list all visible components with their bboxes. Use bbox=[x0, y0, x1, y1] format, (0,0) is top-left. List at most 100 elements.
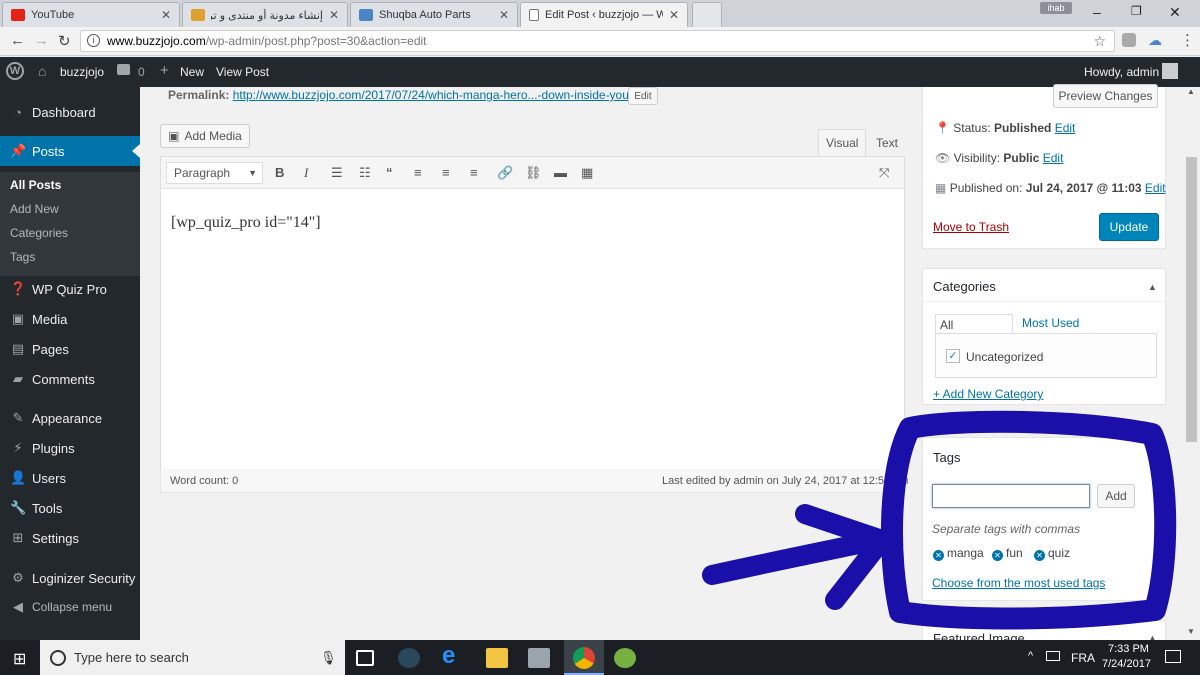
post-content[interactable]: [wp_quiz_pro id="14"] bbox=[171, 214, 321, 232]
menu-kebab-icon[interactable]: ⋮ bbox=[1180, 31, 1195, 49]
address-bar[interactable]: i www.buzzjojo.com/wp-admin/post.php?pos… bbox=[80, 30, 1115, 52]
fullscreen-icon[interactable]: ⤧ bbox=[879, 165, 889, 181]
bold-icon[interactable]: B bbox=[275, 165, 284, 180]
move-to-trash-link[interactable]: Move to Trash bbox=[933, 220, 1009, 234]
tab-text[interactable]: Text bbox=[876, 136, 898, 150]
network-icon[interactable] bbox=[1046, 651, 1060, 661]
extension-icon[interactable] bbox=[1122, 33, 1136, 47]
reload-icon[interactable]: ↻ bbox=[58, 32, 71, 50]
sidebar-item-loginizer[interactable]: ⚙ Loginizer Security bbox=[0, 563, 140, 593]
bulleted-list-icon[interactable]: ☰ bbox=[331, 165, 343, 181]
sidebar-item-comments[interactable]: ▰ Comments bbox=[0, 364, 140, 394]
language-indicator[interactable]: FRA bbox=[1071, 651, 1095, 665]
align-center-icon[interactable]: ≡ bbox=[442, 165, 450, 180]
comments-icon[interactable] bbox=[117, 64, 130, 75]
sidebar-item-pages[interactable]: ▤ Pages bbox=[0, 334, 140, 364]
task-view-icon[interactable] bbox=[356, 650, 374, 666]
align-right-icon[interactable]: ≡ bbox=[470, 165, 478, 180]
unlink-icon[interactable]: ⛓ bbox=[525, 165, 542, 181]
minimize-icon[interactable]: – bbox=[1093, 4, 1101, 20]
scroll-down-icon[interactable]: ▼ bbox=[1187, 627, 1195, 636]
add-new-category-link[interactable]: + Add New Category bbox=[933, 387, 1043, 401]
collapse-menu-button[interactable]: ◀ Collapse menu bbox=[0, 592, 140, 622]
blockquote-icon[interactable]: “ bbox=[386, 165, 393, 180]
update-button[interactable]: Update bbox=[1099, 213, 1159, 241]
taskbar-search[interactable]: Type here to search 🎙 bbox=[40, 640, 345, 675]
windows-start-icon[interactable]: ⊞ bbox=[13, 649, 26, 669]
sidebar-item-settings[interactable]: ⊞ Settings bbox=[0, 523, 140, 553]
italic-icon[interactable]: I bbox=[304, 165, 308, 181]
close-tab-icon[interactable]: ✕ bbox=[161, 8, 171, 22]
close-tab-icon[interactable]: ✕ bbox=[499, 8, 509, 22]
new-link[interactable]: New bbox=[180, 65, 204, 79]
remove-tag-icon[interactable]: ✕ bbox=[1034, 550, 1045, 561]
clock-date[interactable]: 7/24/2017 bbox=[1102, 658, 1151, 670]
view-post-link[interactable]: View Post bbox=[216, 65, 269, 79]
site-name-link[interactable]: buzzjojo bbox=[60, 65, 104, 79]
steam-icon[interactable] bbox=[398, 648, 420, 668]
sidebar-item-tools[interactable]: 🔧 Tools bbox=[0, 493, 140, 523]
app-icon[interactable] bbox=[528, 648, 550, 668]
sidebar-item-wp-quiz-pro[interactable]: ❓ WP Quiz Pro bbox=[0, 274, 140, 304]
back-icon[interactable]: ← bbox=[10, 32, 25, 49]
sidebar-item-dashboard[interactable]: ◔ Dashboard bbox=[0, 97, 140, 127]
tab-shuqba[interactable]: Shuqba Auto Parts ✕ bbox=[350, 2, 518, 27]
link-icon[interactable]: 🔗 bbox=[497, 165, 513, 181]
scroll-up-icon[interactable]: ▲ bbox=[1187, 87, 1195, 96]
toggle-panel-icon[interactable]: ▲ bbox=[1148, 282, 1157, 292]
add-tag-button[interactable]: Add bbox=[1097, 484, 1135, 508]
tab-youtube[interactable]: YouTube ✕ bbox=[2, 2, 180, 27]
close-tab-icon[interactable]: ✕ bbox=[329, 8, 339, 22]
utorrent-icon[interactable] bbox=[614, 648, 636, 668]
read-more-icon[interactable]: ▬ bbox=[554, 165, 567, 180]
preview-changes-button[interactable]: Preview Changes bbox=[1053, 84, 1158, 108]
edit-status-link[interactable]: Edit bbox=[1055, 121, 1076, 135]
notifications-icon[interactable] bbox=[1165, 650, 1181, 663]
tray-chevron-icon[interactable]: ^ bbox=[1028, 650, 1033, 662]
sidebar-item-tags[interactable]: Tags bbox=[10, 250, 35, 264]
sidebar-item-posts[interactable]: 📌 Posts bbox=[0, 136, 140, 166]
wordpress-logo-icon[interactable]: W bbox=[6, 62, 24, 80]
sidebar-item-users[interactable]: 👤 Users bbox=[0, 463, 140, 493]
permalink-url[interactable]: http://www.buzzjojo.com/2017/07/24/which… bbox=[233, 88, 633, 102]
sidebar-item-media[interactable]: ▣ Media bbox=[0, 304, 140, 334]
forward-icon[interactable]: → bbox=[34, 32, 49, 49]
new-tab-button[interactable] bbox=[692, 2, 722, 27]
chrome-taskbar-button[interactable] bbox=[564, 640, 604, 675]
edit-permalink-button[interactable]: Edit bbox=[628, 87, 658, 105]
edit-date-link[interactable]: Edit bbox=[1145, 181, 1166, 195]
cloud-extension-icon[interactable]: ☁ bbox=[1148, 32, 1162, 49]
profile-chip[interactable]: ihab bbox=[1040, 2, 1072, 14]
tab-all-categories[interactable]: All Categories bbox=[935, 314, 1013, 352]
add-media-button[interactable]: ▣ Add Media bbox=[160, 124, 250, 148]
choose-most-used-tags-link[interactable]: Choose from the most used tags bbox=[932, 576, 1105, 590]
microphone-icon[interactable]: 🎙 bbox=[320, 640, 337, 675]
clock-time[interactable]: 7:33 PM bbox=[1108, 643, 1149, 655]
tab-edit-post[interactable]: Edit Post ‹ buzzjojo — W ✕ bbox=[520, 2, 688, 27]
sidebar-item-all-posts[interactable]: All Posts bbox=[10, 178, 61, 192]
tag-input[interactable] bbox=[932, 484, 1090, 508]
numbered-list-icon[interactable]: ☷ bbox=[359, 165, 371, 181]
info-icon[interactable]: i bbox=[87, 34, 100, 47]
edit-visibility-link[interactable]: Edit bbox=[1043, 151, 1064, 165]
edge-icon[interactable]: e bbox=[442, 642, 455, 670]
file-explorer-icon[interactable] bbox=[486, 648, 508, 668]
scrollbar-thumb[interactable] bbox=[1186, 157, 1197, 442]
align-left-icon[interactable]: ≡ bbox=[414, 165, 422, 180]
format-select[interactable]: Paragraph ▼ bbox=[166, 162, 263, 184]
avatar[interactable] bbox=[1162, 63, 1178, 79]
bookmark-star-icon[interactable]: ☆ bbox=[1093, 31, 1106, 51]
howdy-account-link[interactable]: Howdy, admin bbox=[1084, 65, 1159, 79]
remove-tag-icon[interactable]: ✕ bbox=[933, 550, 944, 561]
sidebar-item-appearance[interactable]: ✎ Appearance bbox=[0, 403, 140, 433]
tab-most-used[interactable]: Most Used bbox=[1022, 316, 1079, 330]
page-scrollbar[interactable]: ▲ ▼ bbox=[1183, 87, 1200, 640]
restore-icon[interactable]: ❐ bbox=[1131, 4, 1142, 18]
comments-count[interactable]: 0 bbox=[138, 65, 145, 79]
close-window-icon[interactable]: ✕ bbox=[1169, 4, 1181, 21]
close-tab-icon[interactable]: ✕ bbox=[669, 8, 679, 22]
toolbar-toggle-icon[interactable]: ▦ bbox=[581, 165, 593, 181]
category-checkbox[interactable]: ✓ bbox=[946, 349, 960, 363]
tab-arabic-blog[interactable]: إنشاء مدونة أو منتدى و ترك ✕ bbox=[182, 2, 348, 27]
sidebar-item-categories[interactable]: Categories bbox=[10, 226, 68, 240]
